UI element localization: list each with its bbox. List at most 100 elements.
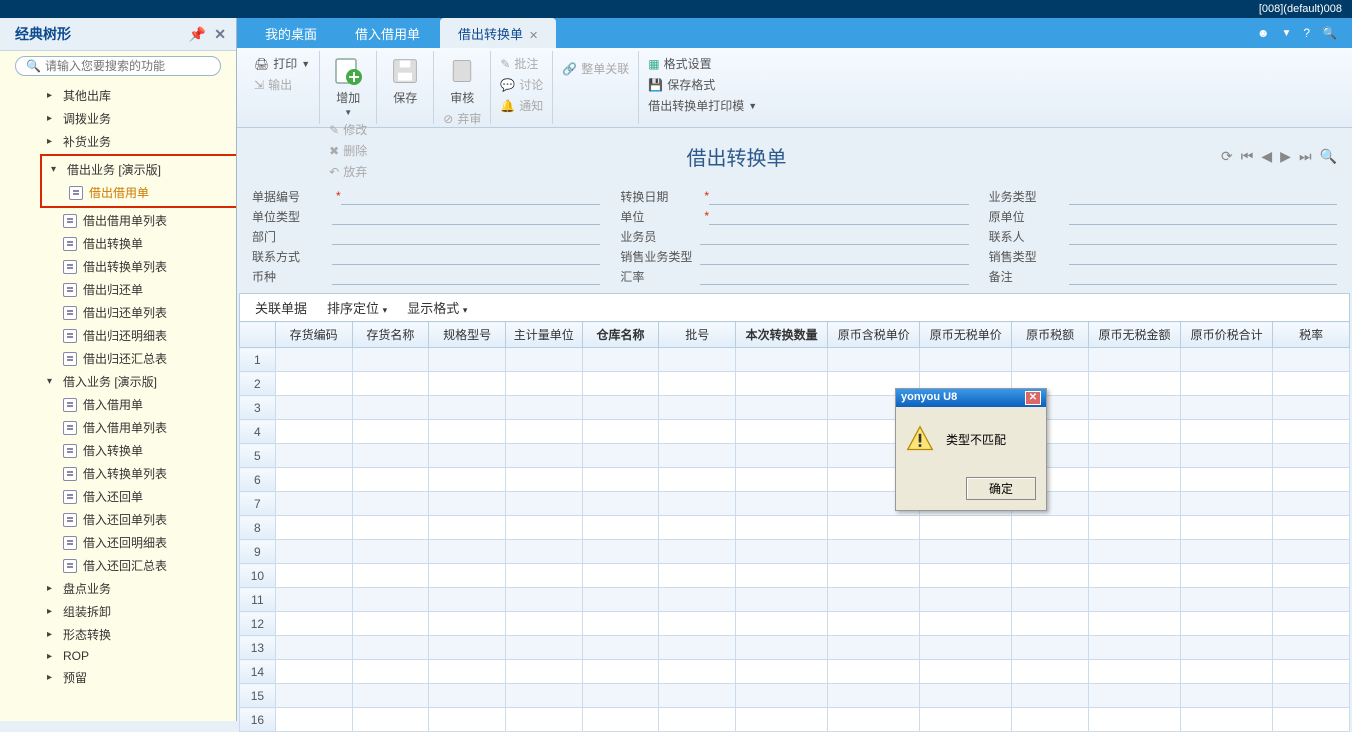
col-c2[interactable]: 存货名称	[352, 322, 429, 348]
refresh-icon[interactable]: ⟳	[1221, 148, 1233, 165]
pin-icon[interactable]: 📌	[189, 26, 206, 43]
col-c9[interactable]: 原币无税单价	[920, 322, 1012, 348]
tree-supply[interactable]: ▸补货业务	[42, 130, 236, 153]
note-button[interactable]: ✎批注	[497, 53, 546, 74]
tree-lend-in-return-list[interactable]: 借入还回单列表	[58, 508, 236, 531]
data-grid[interactable]: 存货编码 存货名称 规格型号 主计量单位 仓库名称 批号 本次转换数量 原币含税…	[239, 321, 1350, 732]
print-template-button[interactable]: 借出转换单打印模 ▼	[645, 95, 760, 116]
table-row[interactable]: 15	[240, 684, 1350, 708]
bill-no-field[interactable]	[341, 187, 601, 205]
tab-desktop[interactable]: 我的桌面	[247, 18, 335, 49]
link-bill-button[interactable]: 关联单据	[255, 298, 307, 317]
table-row[interactable]: 6	[240, 468, 1350, 492]
table-row[interactable]: 13	[240, 636, 1350, 660]
unit-field[interactable]	[709, 207, 969, 225]
search-input[interactable]	[45, 59, 210, 73]
tree-lend-out-bill[interactable]: 借出借用单	[64, 181, 234, 204]
table-row[interactable]: 9	[240, 540, 1350, 564]
tree-lend-out[interactable]: ▾借出业务 [演示版]	[46, 158, 234, 181]
col-c3[interactable]: 规格型号	[429, 322, 506, 348]
sales-type-field[interactable]	[1069, 247, 1337, 265]
tree-lend-in-bill-list[interactable]: 借入借用单列表	[58, 416, 236, 439]
smile-icon[interactable]: ☻	[1257, 26, 1270, 40]
print-button[interactable]: 🖨打印 ▼	[251, 53, 313, 74]
table-row[interactable]: 3	[240, 396, 1350, 420]
locate-icon[interactable]: 🔍	[1320, 148, 1337, 165]
discuss-button[interactable]: 💬讨论	[497, 74, 546, 95]
tree-stock-check[interactable]: ▸盘点业务	[42, 577, 236, 600]
output-button[interactable]: ⇲输出	[251, 74, 313, 95]
table-row[interactable]: 12	[240, 612, 1350, 636]
col-c12[interactable]: 原币价税合计	[1181, 322, 1273, 348]
tree-other-out[interactable]: ▸其他出库	[42, 84, 236, 107]
currency-field[interactable]	[332, 267, 600, 285]
close-icon[interactable]: ✕	[529, 30, 538, 42]
col-c10[interactable]: 原币税额	[1012, 322, 1089, 348]
notify-button[interactable]: 🔔通知	[497, 95, 546, 116]
nav-tree[interactable]: ▸其他出库 ▸调拨业务 ▸补货业务 ▾借出业务 [演示版] 借出借用单 借出借用…	[0, 81, 236, 721]
biz-type-field[interactable]	[1069, 187, 1337, 205]
unit-type-field[interactable]	[332, 207, 600, 225]
last-icon[interactable]: ⏭	[1299, 148, 1312, 165]
tree-lend-out-return-detail[interactable]: 借出归还明细表	[58, 324, 236, 347]
format-set-button[interactable]: ▦格式设置	[645, 53, 760, 74]
col-c7[interactable]: 本次转换数量	[736, 322, 828, 348]
tree-lend-in-convert-list[interactable]: 借入转换单列表	[58, 462, 236, 485]
tab-lend-in[interactable]: 借入借用单	[337, 18, 438, 49]
salesman-field[interactable]	[700, 227, 968, 245]
table-row[interactable]: 11	[240, 588, 1350, 612]
chevron-down-icon[interactable]: ▼	[1281, 28, 1291, 39]
tree-lend-in-convert[interactable]: 借入转换单	[58, 439, 236, 462]
search-top-icon[interactable]: 🔍	[1322, 26, 1337, 40]
table-row[interactable]: 5	[240, 444, 1350, 468]
contact-way-field[interactable]	[332, 247, 600, 265]
save-button[interactable]: 保存	[383, 53, 427, 108]
col-c5[interactable]: 仓库名称	[582, 322, 659, 348]
tree-lend-out-return-list[interactable]: 借出归还单列表	[58, 301, 236, 324]
col-rownum[interactable]	[240, 322, 276, 348]
table-row[interactable]: 16	[240, 708, 1350, 732]
add-button[interactable]: 增加▼	[326, 53, 370, 119]
next-icon[interactable]: ▶	[1280, 148, 1291, 165]
tree-lend-out-return-sum[interactable]: 借出归还汇总表	[58, 347, 236, 370]
rate-field[interactable]	[700, 267, 968, 285]
whole-link-button[interactable]: 🔗整单关联	[559, 58, 632, 79]
dialog-close-button[interactable]: ✕	[1025, 391, 1041, 405]
tree-lend-out-return[interactable]: 借出归还单	[58, 278, 236, 301]
close-sidebar-icon[interactable]: ✕	[214, 26, 226, 43]
tree-lend-in-return-sum[interactable]: 借入还回汇总表	[58, 554, 236, 577]
table-row[interactable]: 7	[240, 492, 1350, 516]
tree-lend-in-return-detail[interactable]: 借入还回明细表	[58, 531, 236, 554]
table-row[interactable]: 10	[240, 564, 1350, 588]
tree-reserve[interactable]: ▸预留	[42, 666, 236, 689]
tree-lend-out-convert[interactable]: 借出转换单	[58, 232, 236, 255]
tree-dispatch[interactable]: ▸调拨业务	[42, 107, 236, 130]
dialog-ok-button[interactable]: 确定	[966, 477, 1036, 500]
col-c6[interactable]: 批号	[659, 322, 736, 348]
dept-field[interactable]	[332, 227, 600, 245]
table-row[interactable]: 2	[240, 372, 1350, 396]
abandon-button[interactable]: ⊘弃审	[440, 108, 484, 129]
audit-button[interactable]: 审核	[440, 53, 484, 108]
display-button[interactable]: 显示格式 ▾	[407, 298, 467, 317]
contact-field[interactable]	[1069, 227, 1337, 245]
help-icon[interactable]: ?	[1303, 26, 1310, 40]
first-icon[interactable]: ⏮	[1241, 148, 1254, 165]
tree-rop[interactable]: ▸ROP	[42, 646, 236, 666]
col-c8[interactable]: 原币含税单价	[828, 322, 920, 348]
tree-lend-in[interactable]: ▾借入业务 [演示版]	[42, 370, 236, 393]
table-row[interactable]: 14	[240, 660, 1350, 684]
tree-lend-out-bill-list[interactable]: 借出借用单列表	[58, 209, 236, 232]
col-c11[interactable]: 原币无税金额	[1089, 322, 1181, 348]
remark-field[interactable]	[1069, 267, 1337, 285]
tree-lend-in-return[interactable]: 借入还回单	[58, 485, 236, 508]
table-row[interactable]: 8	[240, 516, 1350, 540]
col-c13[interactable]: 税率	[1273, 322, 1350, 348]
tree-lend-out-convert-list[interactable]: 借出转换单列表	[58, 255, 236, 278]
table-row[interactable]: 4	[240, 420, 1350, 444]
prev-icon[interactable]: ◀	[1261, 148, 1272, 165]
orig-unit-field[interactable]	[1069, 207, 1337, 225]
save-format-button[interactable]: 💾保存格式	[645, 74, 760, 95]
tree-lend-in-bill[interactable]: 借入借用单	[58, 393, 236, 416]
tree-form-convert[interactable]: ▸形态转换	[42, 623, 236, 646]
